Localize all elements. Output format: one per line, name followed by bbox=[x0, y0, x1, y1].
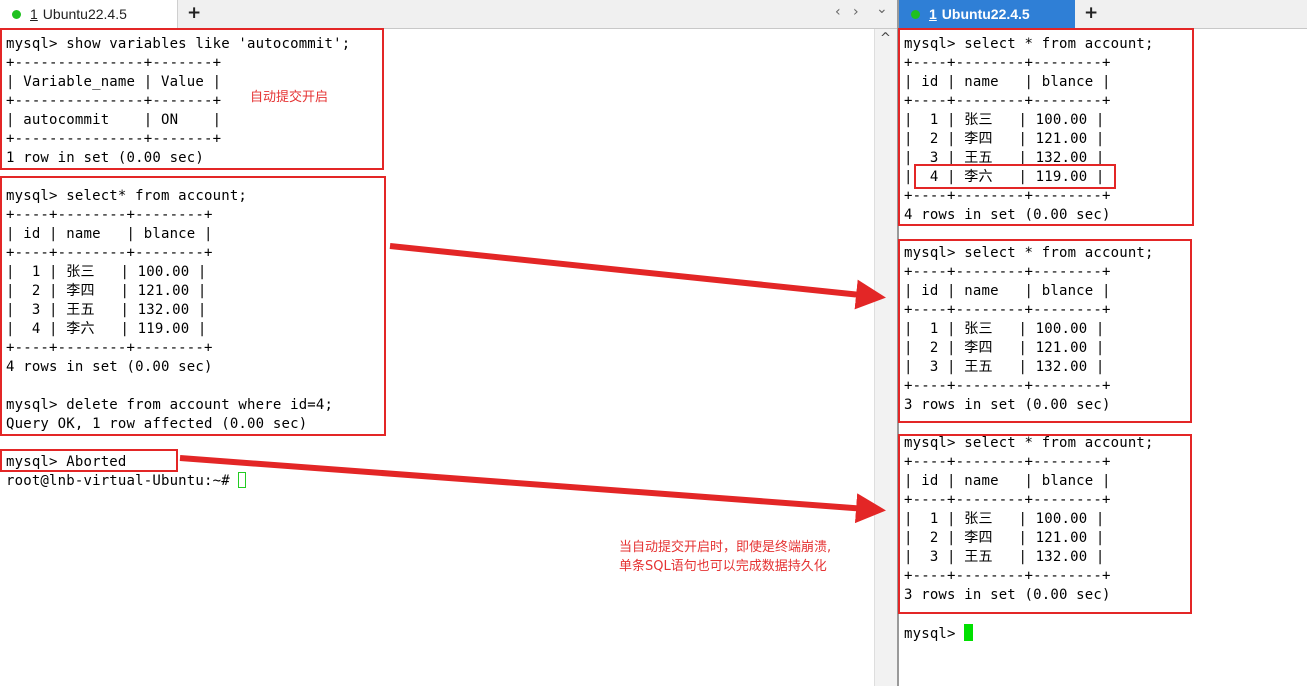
annotation-arrows bbox=[179, 243, 886, 524]
arrow-to-after-delete bbox=[389, 243, 886, 310]
arrow-to-after-abort bbox=[179, 455, 886, 524]
